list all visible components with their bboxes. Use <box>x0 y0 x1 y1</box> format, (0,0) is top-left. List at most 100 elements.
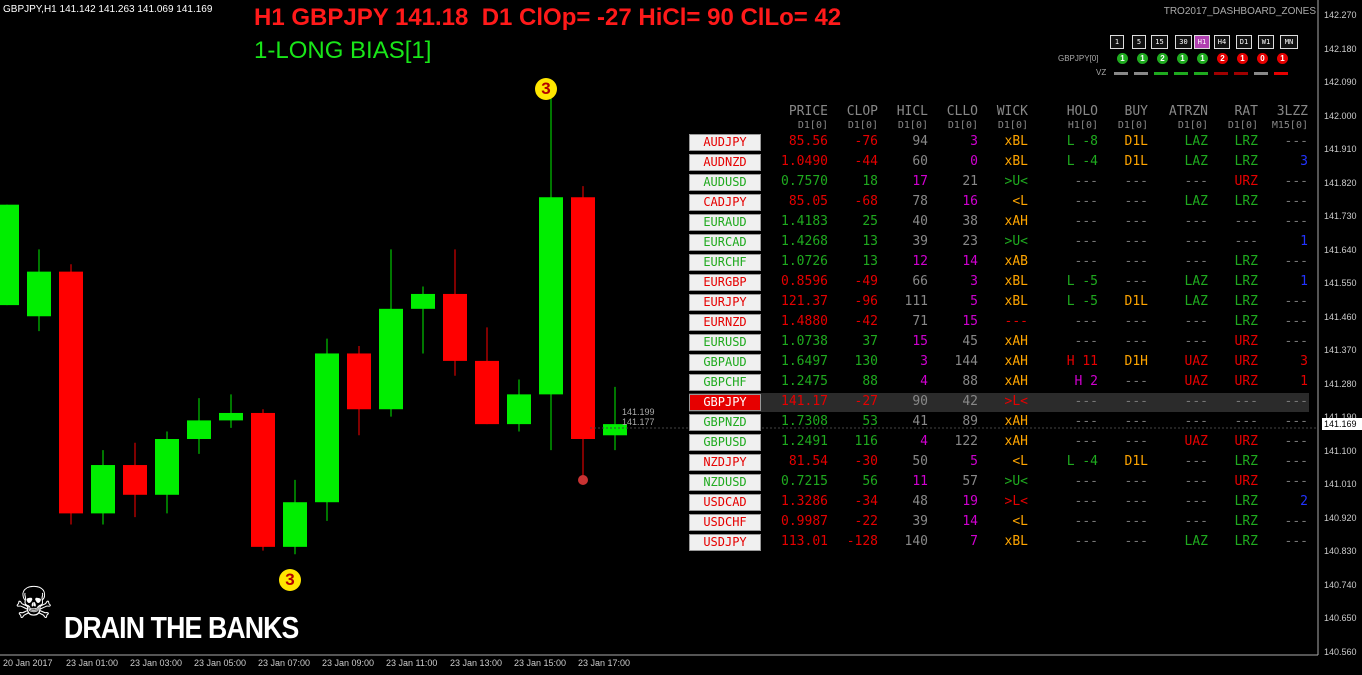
time-tick-label: 23 Jan 03:00 <box>130 658 183 668</box>
cell-holo: --- <box>1074 194 1098 209</box>
pair-button-eurjpy[interactable]: EURJPY <box>689 294 761 311</box>
tf-signal-circle: 2 <box>1157 53 1168 64</box>
pair-button-gbpaud[interactable]: GBPAUD <box>689 354 761 371</box>
vz-marker <box>1154 72 1168 75</box>
price-tick-label: 141.460 <box>1324 311 1357 322</box>
cell-lzz: 3 <box>1300 154 1308 169</box>
tf-signal-circle: 1 <box>1237 53 1248 64</box>
price-tick-label: 141.730 <box>1324 211 1357 221</box>
tf-row-label: GBPJPY[0] <box>1058 54 1099 63</box>
pair-button-usdjpy[interactable]: USDJPY <box>689 534 761 551</box>
candles-group <box>0 81 627 555</box>
pair-button-gbpnzd[interactable]: GBPNZD <box>689 414 761 431</box>
cell-wick: xBL <box>1004 154 1028 169</box>
cell-clop: -68 <box>854 194 878 209</box>
cell-holo: H 11 <box>1066 354 1098 369</box>
column-subheader: D1[0] <box>947 120 978 131</box>
cell-atr: LAZ <box>1184 294 1208 309</box>
pair-button-gbpjpy[interactable]: GBPJPY <box>689 394 761 411</box>
cell-price: 1.4268 <box>781 234 828 249</box>
pair-button-eurgbp[interactable]: EURGBP <box>689 274 761 291</box>
cell-cllo: 3 <box>970 134 978 149</box>
cell-price: 121.37 <box>781 294 828 309</box>
cell-price: 1.0726 <box>781 254 828 269</box>
cell-wick: xAB <box>1004 254 1028 269</box>
candle-body <box>379 308 403 410</box>
pair-button-nzdusd[interactable]: NZDUSD <box>689 474 761 491</box>
pair-button-audjpy[interactable]: AUDJPY <box>689 134 761 151</box>
cell-cllo: 5 <box>970 454 978 469</box>
cell-cllo: 5 <box>970 294 978 309</box>
pair-button-audusd[interactable]: AUDUSD <box>689 174 761 191</box>
cell-price: 81.54 <box>788 454 828 469</box>
timeframe-button-H4[interactable]: H4 <box>1214 35 1230 49</box>
cell-atr: LAZ <box>1184 194 1208 209</box>
tf-signal-circle: 1 <box>1277 53 1288 64</box>
cell-atr: --- <box>1184 454 1208 469</box>
cell-holo: --- <box>1074 434 1098 449</box>
column-subheader: D1[0] <box>897 120 928 131</box>
cell-cllo: 14 <box>962 514 978 529</box>
timeframe-button-H1[interactable]: H1 <box>1194 35 1210 49</box>
cell-buy: --- <box>1124 194 1148 209</box>
cell-price: 85.05 <box>788 194 828 209</box>
pair-button-cadjpy[interactable]: CADJPY <box>689 194 761 211</box>
cell-atr: --- <box>1184 174 1208 189</box>
cell-hicl: 50 <box>912 454 928 469</box>
cell-hicl: 41 <box>912 414 928 429</box>
timeframe-button-MN[interactable]: MN <box>1280 35 1298 49</box>
timeframe-button-1[interactable]: 1 <box>1110 35 1124 49</box>
timeframe-button-W1[interactable]: W1 <box>1258 35 1274 49</box>
candle-body <box>571 197 595 439</box>
pair-button-usdchf[interactable]: USDCHF <box>689 514 761 531</box>
time-tick-label: 23 Jan 07:00 <box>258 658 311 668</box>
cell-wick: xBL <box>1004 294 1028 309</box>
cell-atr: LAZ <box>1184 534 1208 549</box>
cell-holo: L -4 <box>1066 154 1098 169</box>
pair-button-eurusd[interactable]: EURUSD <box>689 334 761 351</box>
timeframe-button-15[interactable]: 15 <box>1151 35 1168 49</box>
cell-atr: UAZ <box>1184 374 1208 389</box>
pair-button-eurchf[interactable]: EURCHF <box>689 254 761 271</box>
cell-rat: LRZ <box>1234 274 1258 289</box>
cell-cllo: 21 <box>962 174 978 189</box>
pair-button-eurnzd[interactable]: EURNZD <box>689 314 761 331</box>
pair-button-eurcad[interactable]: EURCAD <box>689 234 761 251</box>
cell-rat: --- <box>1234 414 1258 429</box>
indicator-name: TRO2017_DASHBOARD_ZONES <box>1163 6 1316 17</box>
timeframe-button-5[interactable]: 5 <box>1132 35 1146 49</box>
candle-body <box>507 394 531 425</box>
candle-body <box>315 353 339 503</box>
price-tick-label: 142.000 <box>1324 110 1357 121</box>
price-chart[interactable] <box>0 0 1362 675</box>
column-subheader: D1[0] <box>847 120 878 131</box>
tf-signal-circle: 0 <box>1257 53 1268 64</box>
cell-hicl: 40 <box>912 214 928 229</box>
cell-wick: >L< <box>1004 494 1028 509</box>
column-subheader: D1[0] <box>1227 120 1258 131</box>
cell-cllo: 3 <box>970 274 978 289</box>
cell-wick: >U< <box>1004 234 1028 249</box>
candle-body <box>91 465 115 514</box>
pair-button-audnzd[interactable]: AUDNZD <box>689 154 761 171</box>
pair-button-euraud[interactable]: EURAUD <box>689 214 761 231</box>
cell-lzz: --- <box>1284 394 1308 409</box>
cell-wick: xAH <box>1004 434 1028 449</box>
timeframe-button-D1[interactable]: D1 <box>1236 35 1252 49</box>
cell-lzz: --- <box>1284 534 1308 549</box>
cell-rat: --- <box>1234 214 1258 229</box>
cell-buy: --- <box>1124 254 1148 269</box>
pair-button-gbpchf[interactable]: GBPCHF <box>689 374 761 391</box>
pair-button-gbpusd[interactable]: GBPUSD <box>689 434 761 451</box>
skull-icon: ☠ <box>14 579 54 628</box>
pair-button-usdcad[interactable]: USDCAD <box>689 494 761 511</box>
timeframe-button-30[interactable]: 30 <box>1175 35 1192 49</box>
cell-holo: --- <box>1074 494 1098 509</box>
cell-cllo: 42 <box>962 394 978 409</box>
cell-rat: URZ <box>1234 474 1258 489</box>
cell-buy: D1L <box>1124 134 1148 149</box>
pair-button-nzdjpy[interactable]: NZDJPY <box>689 454 761 471</box>
cell-holo: --- <box>1074 314 1098 329</box>
cell-cllo: 122 <box>954 434 978 449</box>
cell-wick: xBL <box>1004 134 1028 149</box>
